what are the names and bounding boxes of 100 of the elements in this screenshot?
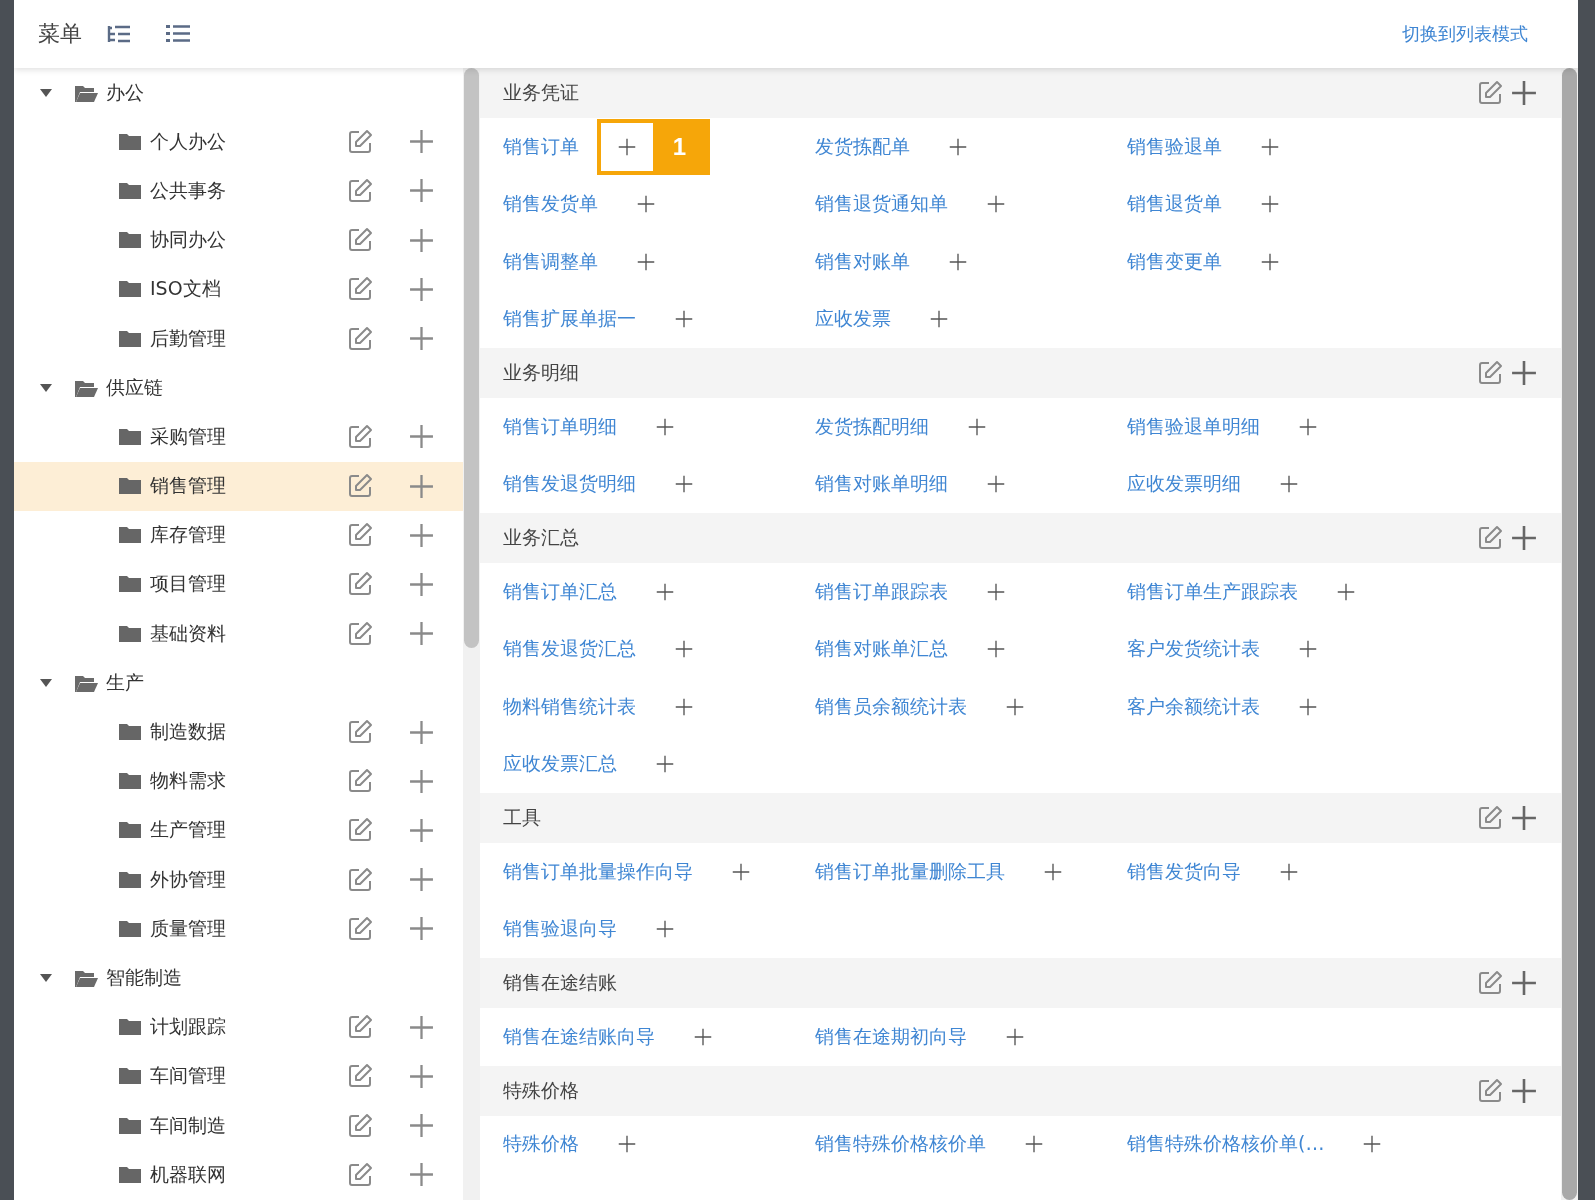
- add-icon[interactable]: [409, 867, 434, 893]
- add-icon[interactable]: [409, 276, 434, 302]
- menu-link[interactable]: 销售订单跟踪表: [815, 578, 948, 605]
- tree-group[interactable]: 智能制造: [14, 953, 463, 1003]
- add-icon[interactable]: [409, 178, 434, 204]
- add-icon[interactable]: [409, 326, 434, 352]
- edit-icon[interactable]: [1477, 80, 1503, 106]
- menu-link[interactable]: 物料销售统计表: [503, 693, 636, 720]
- tree-item[interactable]: 计划跟踪: [14, 1002, 463, 1052]
- add-icon[interactable]: [409, 1014, 434, 1040]
- add-icon[interactable]: [409, 424, 434, 450]
- menu-link[interactable]: 销售发退货汇总: [503, 636, 636, 663]
- edit-icon[interactable]: [347, 128, 373, 155]
- edit-icon[interactable]: [347, 866, 373, 893]
- tree-item[interactable]: 外协管理: [14, 855, 463, 905]
- menu-link[interactable]: 客户余额统计表: [1127, 693, 1260, 720]
- edit-icon[interactable]: [1477, 1077, 1503, 1104]
- add-icon[interactable]: [409, 768, 434, 794]
- tree-item[interactable]: 销售管理: [14, 461, 463, 511]
- menu-link[interactable]: 销售验退单: [1127, 133, 1222, 160]
- add-icon[interactable]: [409, 129, 434, 155]
- edit-icon[interactable]: [347, 719, 373, 746]
- menu-link[interactable]: 销售特殊价格核价单(…: [1127, 1131, 1325, 1158]
- menu-link[interactable]: 销售发货向导: [1127, 858, 1241, 885]
- menu-link[interactable]: 销售对账单汇总: [815, 636, 948, 663]
- edit-icon[interactable]: [347, 227, 373, 254]
- menu-link[interactable]: 销售对账单: [815, 248, 910, 275]
- edit-icon[interactable]: [347, 1112, 373, 1139]
- edit-icon[interactable]: [347, 1063, 373, 1090]
- add-icon[interactable]: [409, 1113, 434, 1139]
- menu-link[interactable]: 应收发票: [815, 306, 891, 333]
- menu-link[interactable]: 销售扩展单据一: [503, 306, 636, 333]
- tree-item[interactable]: 制造数据: [14, 707, 463, 757]
- tree-item[interactable]: 质量管理: [14, 904, 463, 954]
- menu-link[interactable]: 发货拣配明细: [815, 413, 929, 440]
- menu-link[interactable]: 客户发货统计表: [1127, 636, 1260, 663]
- add-icon[interactable]: [1511, 80, 1537, 106]
- edit-icon[interactable]: [347, 1161, 373, 1188]
- add-icon[interactable]: [409, 916, 434, 942]
- list-view-icon[interactable]: [165, 23, 191, 45]
- add-icon[interactable]: [1511, 360, 1537, 386]
- tree-item[interactable]: ISO文档: [14, 264, 463, 314]
- add-icon[interactable]: [1511, 970, 1537, 996]
- tree-item[interactable]: 公共事务: [14, 166, 463, 216]
- add-icon[interactable]: [409, 473, 434, 499]
- tree-item[interactable]: 个人办公: [14, 117, 463, 167]
- tree-item[interactable]: 库存管理: [14, 510, 463, 560]
- edit-icon[interactable]: [1477, 805, 1503, 831]
- menu-link[interactable]: 销售退货通知单: [815, 191, 948, 218]
- add-icon[interactable]: [409, 817, 434, 843]
- tree-item[interactable]: 采购管理: [14, 412, 463, 462]
- add-icon[interactable]: [409, 571, 434, 597]
- menu-link[interactable]: 销售订单: [503, 133, 579, 160]
- tree-group[interactable]: 生产: [14, 658, 463, 708]
- tree-item[interactable]: 后勤管理: [14, 313, 463, 364]
- edit-icon[interactable]: [347, 915, 373, 942]
- menu-link[interactable]: 发货拣配单: [815, 133, 910, 160]
- menu-link[interactable]: 销售对账单明细: [815, 471, 948, 498]
- edit-icon[interactable]: [347, 325, 373, 352]
- tree-item[interactable]: 基础资料: [14, 609, 463, 659]
- scrollbar-thumb[interactable]: [1562, 68, 1577, 1200]
- add-icon[interactable]: [409, 621, 434, 647]
- menu-link[interactable]: 销售调整单: [503, 248, 598, 275]
- edit-icon[interactable]: [1477, 525, 1503, 551]
- menu-link[interactable]: 应收发票汇总: [503, 751, 617, 778]
- edit-icon[interactable]: [347, 423, 373, 450]
- menu-link[interactable]: 销售验退单明细: [1127, 413, 1260, 440]
- tree-item[interactable]: 协同办公: [14, 215, 463, 265]
- menu-link[interactable]: 销售订单批量操作向导: [503, 858, 693, 885]
- scrollbar-thumb[interactable]: [464, 68, 479, 648]
- edit-icon[interactable]: [347, 177, 373, 204]
- menu-link[interactable]: 销售在途期初向导: [815, 1023, 967, 1050]
- tree-view-icon[interactable]: [106, 23, 132, 45]
- tree-item[interactable]: 项目管理: [14, 559, 463, 610]
- edit-icon[interactable]: [347, 276, 373, 303]
- menu-link[interactable]: 销售发退货明细: [503, 471, 636, 498]
- tree-item[interactable]: 车间管理: [14, 1051, 463, 1101]
- tree-item[interactable]: 物料需求: [14, 756, 463, 806]
- edit-icon[interactable]: [1477, 360, 1503, 386]
- add-icon[interactable]: [409, 1063, 434, 1089]
- add-icon[interactable]: [409, 1162, 434, 1188]
- edit-icon[interactable]: [347, 620, 373, 647]
- menu-link[interactable]: 销售验退向导: [503, 916, 617, 943]
- tree-group[interactable]: 办公: [14, 68, 463, 118]
- tree-item[interactable]: 生产管理: [14, 805, 463, 855]
- edit-icon[interactable]: [347, 473, 373, 500]
- menu-link[interactable]: 销售员余额统计表: [815, 693, 967, 720]
- menu-link[interactable]: 销售特殊价格核价单: [815, 1131, 986, 1158]
- menu-link[interactable]: 销售订单明细: [503, 413, 617, 440]
- edit-icon[interactable]: [347, 1014, 373, 1041]
- tree-item[interactable]: 机器联网: [14, 1150, 463, 1200]
- menu-link[interactable]: 销售订单生产跟踪表: [1127, 578, 1298, 605]
- menu-link[interactable]: 销售订单批量删除工具: [815, 858, 1005, 885]
- add-icon[interactable]: [409, 227, 434, 253]
- tree-group[interactable]: 供应链: [14, 363, 463, 413]
- menu-link[interactable]: 销售在途结账向导: [503, 1023, 655, 1050]
- add-icon[interactable]: [409, 719, 434, 745]
- menu-link[interactable]: 销售变更单: [1127, 248, 1222, 275]
- edit-icon[interactable]: [347, 571, 373, 598]
- add-icon[interactable]: [1511, 525, 1537, 551]
